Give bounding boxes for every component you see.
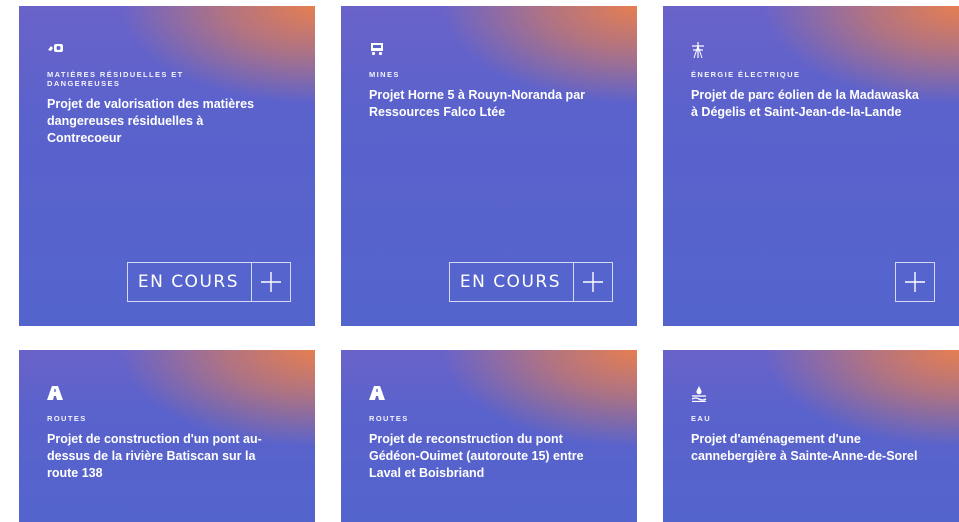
project-card-madawaska[interactable]: Énergie électrique Projet de parc éolien… bbox=[663, 6, 959, 326]
project-grid: Matières résiduelles et dangereuses Proj… bbox=[0, 0, 959, 522]
card-category: Matières résiduelles et dangereuses bbox=[47, 70, 184, 88]
mine-cart-icon bbox=[369, 42, 387, 56]
project-card-batiscan[interactable]: Routes Projet de construction d'un pont … bbox=[19, 350, 315, 522]
card-title: Projet Horne 5 à Rouyn-Noranda par Resso… bbox=[369, 88, 586, 119]
project-card-horne5[interactable]: Mines Projet Horne 5 à Rouyn-Noranda par… bbox=[341, 6, 637, 326]
project-card-gedeon-ouimet[interactable]: Routes Projet de reconstruction du pont … bbox=[341, 350, 637, 522]
plus-icon[interactable] bbox=[252, 263, 290, 301]
card-actions: EN COURS bbox=[126, 262, 291, 302]
card-category: Énergie électrique bbox=[691, 70, 801, 79]
card-title: Projet de reconstruction du pont Gédéon-… bbox=[369, 432, 584, 480]
plus-icon[interactable] bbox=[574, 263, 612, 301]
plus-icon[interactable] bbox=[896, 263, 934, 301]
card-title: Projet de construction d'un pont au-dess… bbox=[47, 432, 262, 480]
card-category: Routes bbox=[369, 414, 409, 423]
water-icon bbox=[691, 386, 709, 402]
status-badge: EN COURS bbox=[450, 263, 574, 301]
card-actions bbox=[895, 262, 935, 302]
power-pylon-icon bbox=[691, 42, 709, 58]
road-icon bbox=[369, 386, 387, 400]
card-actions: EN COURS bbox=[448, 262, 613, 302]
card-title: Projet d'aménagement d'une cannebergière… bbox=[691, 432, 918, 463]
card-title: Projet de valorisation des matières dang… bbox=[47, 97, 255, 145]
project-card-sainte-anne-de-sorel[interactable]: Eau Projet d'aménagement d'une canneberg… bbox=[663, 350, 959, 522]
road-icon bbox=[47, 386, 65, 400]
hazard-waste-icon bbox=[47, 42, 65, 56]
card-category: Eau bbox=[691, 414, 712, 423]
project-card-contrecoeur[interactable]: Matières résiduelles et dangereuses Proj… bbox=[19, 6, 315, 326]
status-badge: EN COURS bbox=[128, 263, 252, 301]
card-category: Mines bbox=[369, 70, 400, 79]
card-title: Projet de parc éolien de la Madawaska à … bbox=[691, 88, 919, 119]
card-category: Routes bbox=[47, 414, 87, 423]
